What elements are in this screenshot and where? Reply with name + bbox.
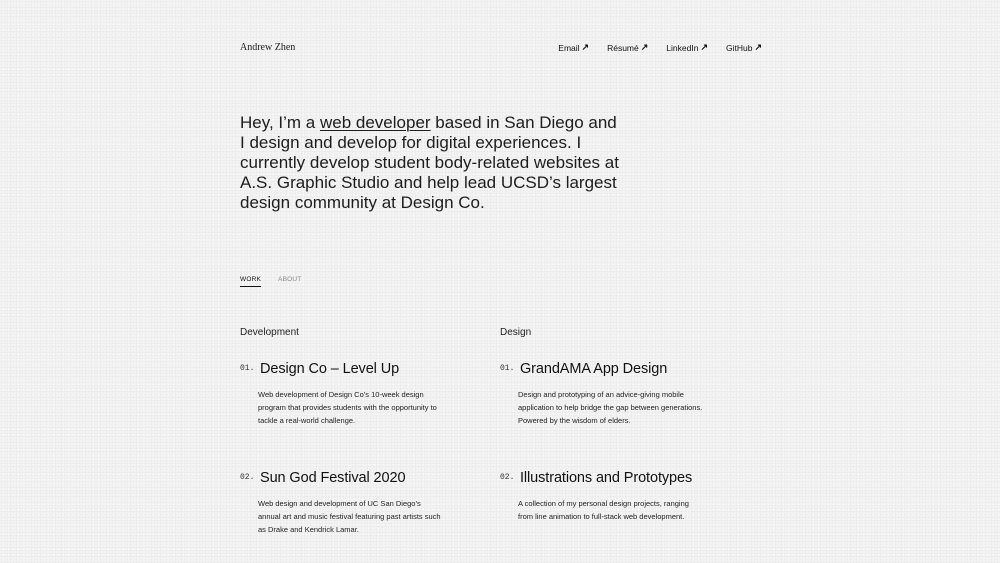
- tab-about[interactable]: ABOUT: [278, 276, 301, 287]
- top-nav: Email ↗ Résumé ↗ LinkedIn ↗ GitHub ↗: [558, 42, 762, 53]
- section-tabs: WORK ABOUT: [240, 276, 301, 287]
- tab-work[interactable]: WORK: [240, 276, 262, 287]
- project-description: A collection of my personal design proje…: [518, 499, 689, 521]
- project-card[interactable]: 02. Illustrations and Prototypes A colle…: [500, 470, 730, 523]
- project-number: 01.: [500, 364, 515, 373]
- nav-email-label: Email: [558, 42, 580, 53]
- design-column: Design 01. GrandAMA App Design Design an…: [500, 327, 730, 521]
- nav-github-link[interactable]: GitHub ↗: [726, 42, 762, 53]
- hero-prefix: Hey, I’m a: [240, 113, 320, 132]
- project-title[interactable]: GrandAMA App Design: [520, 361, 667, 377]
- project-description: Web development of Design Co’s 10-week d…: [258, 390, 437, 425]
- project-description: Design and prototyping of an advice-givi…: [518, 390, 703, 425]
- project-title[interactable]: Sun God Festival 2020: [260, 470, 406, 486]
- hero-intro: Hey, I’m a web developer based in San Di…: [240, 113, 620, 213]
- project-number: 01.: [240, 364, 255, 373]
- nav-email-link[interactable]: Email ↗: [558, 42, 589, 53]
- nav-github-label: GitHub: [725, 42, 753, 53]
- arrow-up-right-icon: ↗: [754, 42, 762, 52]
- arrow-up-right-icon: ↗: [581, 42, 590, 52]
- nav-resume-label: Résumé: [607, 42, 639, 53]
- project-card[interactable]: 02. Sun God Festival 2020 Web design and…: [240, 470, 470, 536]
- design-heading: Design: [500, 327, 532, 338]
- nav-linkedin-link[interactable]: LinkedIn ↗: [666, 42, 708, 53]
- arrow-up-right-icon: ↗: [700, 42, 708, 52]
- development-column: Development 01. Design Co – Level Up Web…: [240, 327, 470, 534]
- nav-resume-link[interactable]: Résumé ↗: [607, 42, 648, 53]
- hero-highlight-link[interactable]: web developer: [320, 113, 431, 132]
- project-card[interactable]: 01. GrandAMA App Design Design and proto…: [500, 361, 730, 427]
- arrow-up-right-icon: ↗: [640, 42, 649, 52]
- development-heading: Development: [240, 327, 299, 338]
- nav-linkedin-label: LinkedIn: [666, 42, 699, 53]
- project-number: 02.: [240, 473, 255, 482]
- site-name[interactable]: Andrew Zhen: [240, 42, 295, 53]
- project-description: Web design and development of UC San Die…: [258, 499, 441, 534]
- project-title[interactable]: Design Co – Level Up: [260, 361, 399, 377]
- project-card[interactable]: 01. Design Co – Level Up Web development…: [240, 361, 470, 427]
- project-title[interactable]: Illustrations and Prototypes: [520, 470, 692, 486]
- project-number: 02.: [500, 473, 515, 482]
